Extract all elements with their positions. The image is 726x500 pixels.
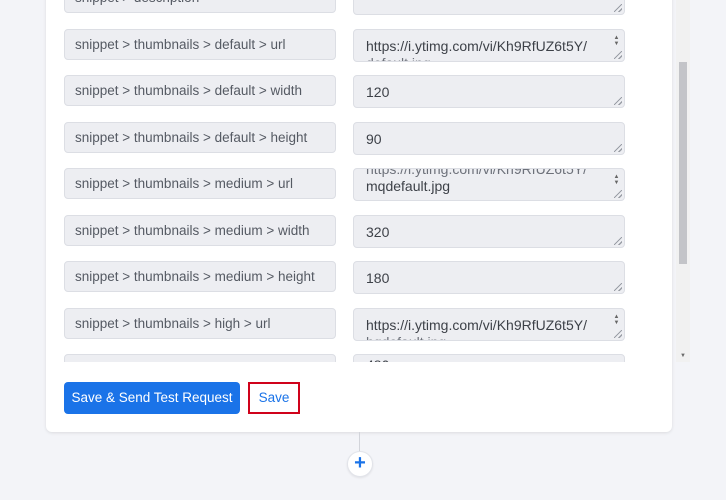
mapping-value-line: default.jpg [366,55,431,61]
scrollbar-thumb[interactable] [679,62,687,264]
resize-grip-icon[interactable] [614,329,622,338]
mapping-row: snippet > thumbnails > high > url https:/… [64,296,644,343]
mapping-card: snippet > description▲▼snippet > thumbna… [46,0,690,432]
mapping-value-textarea[interactable]: 120 [353,75,625,108]
mapping-rows: snippet > description▲▼snippet > thumbna… [64,0,644,362]
mapping-row: snippet > thumbnails > default > url http… [64,17,644,64]
vertical-scrollbar[interactable]: ▼ [676,0,690,362]
mapping-row: snippet > thumbnails > high > width 480 [64,342,644,362]
mapping-row: snippet > thumbnails > default > width 12… [64,63,644,110]
mapping-row: snippet > thumbnails > default > height 9… [64,110,644,157]
textarea-scroll-arrows-icon[interactable]: ▲▼ [613,0,620,2]
textarea-scroll-arrows-icon[interactable]: ▲▼ [613,314,620,328]
resize-grip-icon[interactable] [614,50,622,59]
resize-grip-icon[interactable] [614,97,622,105]
save-and-send-test-request-button[interactable]: Save & Send Test Request [64,382,240,414]
mapping-key-field: snippet > description [64,0,336,13]
textarea-scroll-arrows-icon[interactable]: ▲▼ [613,174,620,188]
mapping-key-field: snippet > thumbnails > medium > height [64,261,336,292]
mapping-value-textarea[interactable]: https://i.ytimg.com/vi/Kh9RfUZ6t5Y/defau… [353,28,625,62]
mapping-key-field: snippet > thumbnails > medium > width [64,214,336,246]
resize-grip-icon[interactable] [614,143,622,152]
mapping-value-textarea[interactable]: 180 [353,261,625,294]
mapping-value-textarea[interactable]: https://i.ytimg.com/vi/Kh9RfUZ6t5Y/hqdef… [353,307,625,341]
resize-grip-icon[interactable] [614,4,622,12]
mapping-key-field: snippet > thumbnails > medium > url [64,168,336,199]
textarea-scroll-arrows-icon[interactable]: ▲▼ [613,35,620,49]
step-connector-line [359,432,360,452]
mapping-row: snippet > description ▲▼ [64,0,644,17]
mapping-row: snippet > thumbnails > medium > url https… [64,156,644,203]
mapping-value-line: 320 [366,223,390,240]
mapping-value-textarea[interactable]: ▲▼ [353,0,625,15]
mapping-row: snippet > thumbnails > medium > width 320 [64,203,644,250]
resize-grip-icon[interactable] [614,190,622,198]
mapping-key-field: snippet > thumbnails > default > width [64,75,336,106]
mapping-value-line: 120 [366,84,390,100]
save-button[interactable]: Save [248,382,300,414]
scroll-down-arrow-icon[interactable]: ▼ [679,352,687,360]
mapping-value-line: 480 [366,357,389,362]
mapping-row: snippet > thumbnails > medium > height 18… [64,249,644,296]
mapping-key-field: snippet > thumbnails > high > width [64,354,336,362]
mapping-value-textarea[interactable]: 320 [353,214,625,248]
mapping-key-field: snippet > thumbnails > high > url [64,307,336,339]
mapping-value-line: mqdefault.jpg [366,178,451,194]
mapping-value-line: https://i.ytimg.com/vi/Kh9RfUZ6t5Y/ [366,168,587,177]
mapping-value-line: 180 [366,270,390,286]
add-step-plus-icon[interactable]: + [347,451,373,477]
mapping-key-field: snippet > thumbnails > default > url [64,28,336,60]
mapping-value-line: https://i.ytimg.com/vi/Kh9RfUZ6t5Y/ [366,37,587,54]
mapping-value-textarea[interactable]: https://i.ytimg.com/vi/Kh9RfUZ6t5Y/mqdef… [353,168,625,201]
mapping-value-line: https://i.ytimg.com/vi/Kh9RfUZ6t5Y/ [366,316,587,333]
mapping-viewport: snippet > description▲▼snippet > thumbna… [46,0,646,362]
mapping-value-textarea[interactable]: 90 [353,121,625,155]
mapping-key-field: snippet > thumbnails > default > height [64,121,336,153]
mapping-value-textarea[interactable]: 480 [353,354,625,362]
resize-grip-icon[interactable] [614,236,622,245]
resize-grip-icon[interactable] [614,283,622,291]
mapping-value-line: hqdefault.jpg [366,334,446,340]
mapping-value-line: 90 [366,130,382,147]
